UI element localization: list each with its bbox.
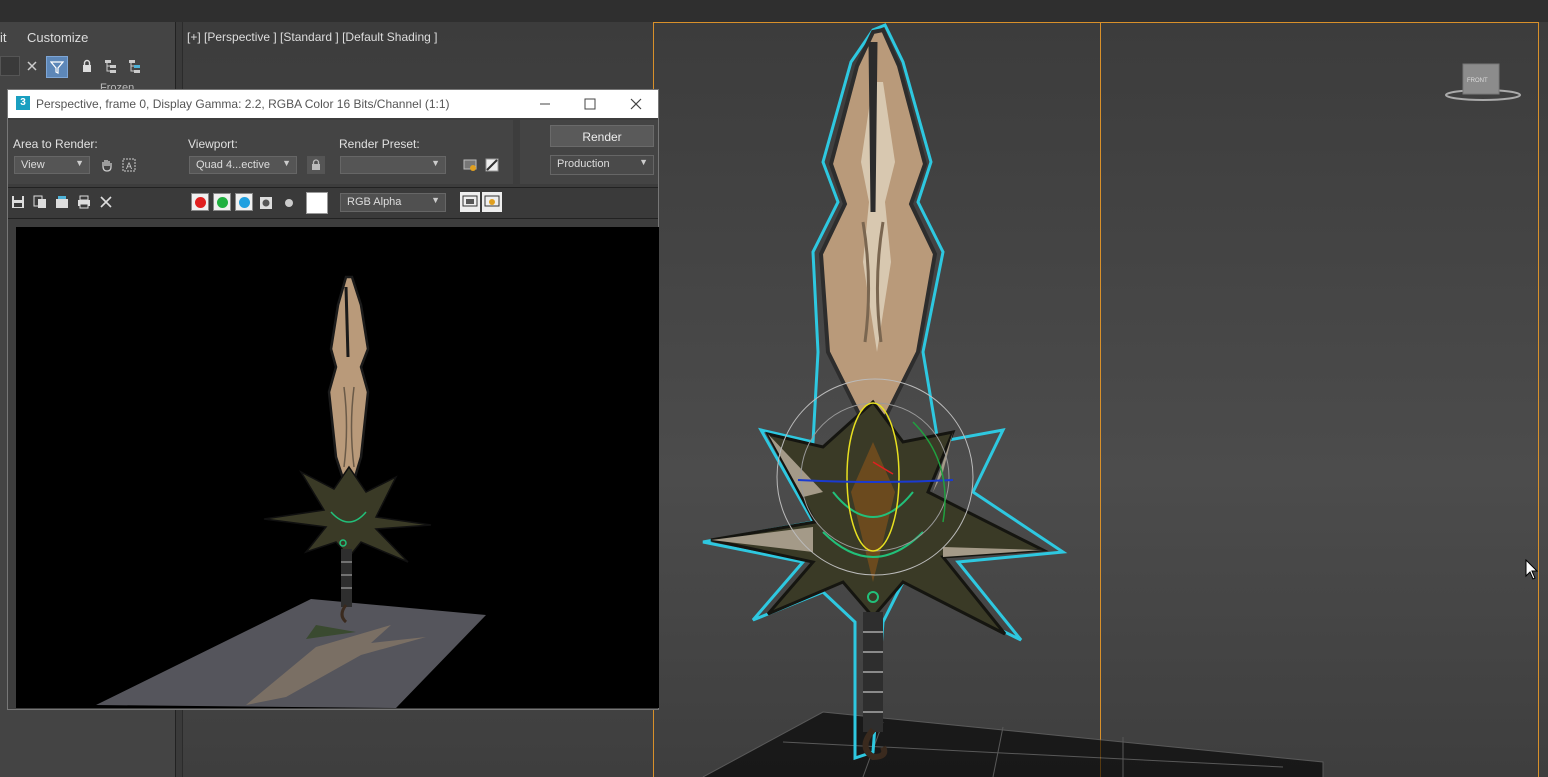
menu-item-customize[interactable]: Customize [27, 30, 88, 45]
scene-explorer-field[interactable] [0, 56, 20, 76]
save-image-icon[interactable] [10, 194, 26, 210]
auto-region-icon[interactable]: A [120, 156, 138, 174]
chevron-down-icon: ▼ [282, 158, 291, 168]
channel-display-value: RGB Alpha [347, 196, 402, 208]
frame-window-title: Perspective, frame 0, Display Gamma: 2.2… [36, 97, 450, 111]
menu-item-edit[interactable]: it [0, 30, 7, 45]
viewcube-label: FRONT [1467, 78, 1488, 84]
viewport-dropdown[interactable]: Quad 4...ective ▼ [189, 156, 297, 174]
copy-image-icon[interactable] [32, 194, 48, 210]
alpha-channel-icon[interactable] [258, 195, 274, 211]
area-to-render-label: Area to Render: [13, 137, 98, 151]
render-preset-dropdown[interactable]: ▼ [340, 156, 446, 174]
hierarchy-icon[interactable] [101, 56, 121, 76]
render-settings-panel: Area to Render: View ▼ A Viewport: Quad … [8, 120, 513, 184]
top-strip [0, 0, 1548, 22]
rendered-image[interactable] [16, 227, 659, 708]
lock-icon[interactable] [77, 56, 97, 76]
blue-channel-toggle[interactable] [235, 193, 253, 211]
minimize-icon[interactable] [523, 90, 567, 118]
production-dropdown[interactable]: Production ▼ [550, 155, 654, 175]
clone-frame-icon[interactable] [54, 194, 70, 210]
svg-text:A: A [126, 161, 132, 171]
chevron-down-icon: ▼ [431, 195, 440, 205]
green-channel-toggle[interactable] [213, 193, 231, 211]
rendered-frame-window[interactable]: 3 Perspective, frame 0, Display Gamma: 2… [7, 89, 659, 710]
close-icon[interactable] [22, 56, 42, 76]
print-icon[interactable] [76, 194, 92, 210]
red-channel-toggle[interactable] [191, 193, 209, 211]
maximize-icon[interactable] [568, 90, 612, 118]
monochrome-icon[interactable] [281, 195, 297, 211]
viewcube-icon[interactable]: FRONT [1445, 62, 1523, 102]
render-setup-icon[interactable] [461, 156, 479, 174]
close-window-icon[interactable] [614, 90, 658, 118]
swatch-color-box[interactable] [306, 192, 328, 214]
chevron-down-icon: ▼ [431, 158, 440, 168]
clear-icon[interactable] [98, 194, 114, 210]
mouse-cursor-icon [1525, 558, 1539, 586]
viewport-label-text: Viewport: [188, 137, 238, 151]
pan-hand-icon[interactable] [98, 156, 116, 174]
channel-display-dropdown[interactable]: RGB Alpha ▼ [340, 193, 446, 212]
filter-icon[interactable] [46, 56, 68, 78]
frame-window-titlebar[interactable]: 3 Perspective, frame 0, Display Gamma: 2… [8, 90, 658, 118]
display-toggle-icon[interactable] [460, 192, 480, 212]
production-value: Production [557, 158, 610, 170]
chevron-down-icon: ▼ [639, 157, 648, 167]
environment-effects-icon[interactable] [483, 156, 501, 174]
lock-viewport-icon[interactable] [307, 156, 325, 174]
render-preset-label: Render Preset: [339, 137, 420, 151]
area-to-render-dropdown[interactable]: View ▼ [14, 156, 90, 174]
app-icon: 3 [16, 96, 30, 110]
frame-toolbar: RGB Alpha ▼ [8, 187, 658, 219]
area-to-render-value: View [21, 159, 45, 171]
viewport-dropdown-value: Quad 4...ective [196, 159, 270, 171]
enable-tracking-icon[interactable] [482, 192, 502, 212]
hierarchy-expand-icon[interactable] [125, 56, 145, 76]
render-button[interactable]: Render [550, 125, 654, 147]
chevron-down-icon: ▼ [75, 158, 84, 168]
